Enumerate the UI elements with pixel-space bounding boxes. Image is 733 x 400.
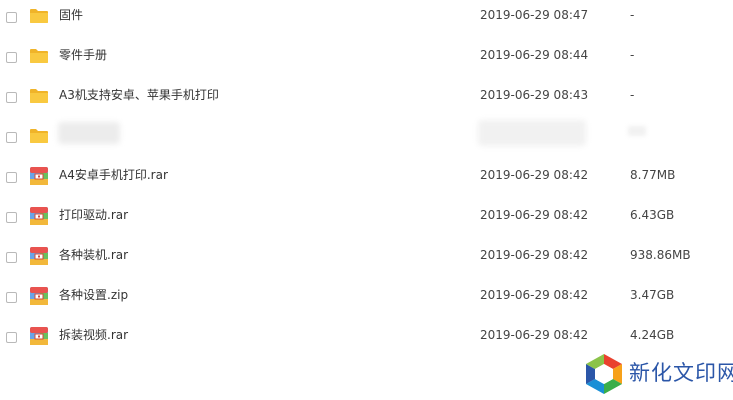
row-checkbox[interactable] (6, 212, 17, 223)
file-row[interactable]: 固件 2019-06-29 08:47 - (0, 0, 733, 40)
folder-icon (29, 86, 49, 106)
file-size: 4.24GB (630, 328, 675, 342)
file-row[interactable]: A3机支持安卓、苹果手机打印 2019-06-29 08:43 - (0, 80, 733, 120)
file-date: 2019-06-29 08:42 (480, 328, 589, 342)
file-name[interactable]: 各种装机.rar (59, 247, 128, 263)
file-size: - (630, 8, 635, 22)
file-row[interactable]: 零件手册 2019-06-29 08:44 - (0, 40, 733, 80)
archive-icon (29, 326, 49, 346)
row-checkbox[interactable] (6, 172, 17, 183)
file-size: 6.43GB (630, 208, 675, 222)
file-row[interactable]: A4安卓手机打印.rar 2019-06-29 08:42 8.77MB (0, 160, 733, 200)
site-watermark: 新化文印网 (582, 352, 733, 396)
file-name[interactable]: 零件手册 (59, 47, 107, 63)
folder-icon (29, 6, 49, 26)
redacted-name (58, 122, 120, 144)
row-checkbox[interactable] (6, 92, 17, 103)
row-checkbox[interactable] (6, 52, 17, 63)
file-row[interactable]: 打印驱动.rar 2019-06-29 08:42 6.43GB (0, 200, 733, 240)
archive-icon (29, 206, 49, 226)
logo-icon (582, 352, 626, 396)
archive-icon (29, 286, 49, 306)
file-row[interactable]: 各种装机.rar 2019-06-29 08:42 938.86MB (0, 240, 733, 280)
file-date: 2019-06-29 08:42 (480, 208, 589, 222)
row-checkbox[interactable] (6, 252, 17, 263)
file-name[interactable]: 各种设置.zip (59, 287, 128, 303)
file-name[interactable]: A4安卓手机打印.rar (59, 167, 168, 183)
file-name[interactable]: 固件 (59, 7, 83, 23)
file-size: - (630, 48, 635, 62)
folder-icon (29, 126, 49, 146)
file-row[interactable]: 各种设置.zip 2019-06-29 08:42 3.47GB (0, 280, 733, 320)
file-date: 2019-06-29 08:42 (480, 168, 589, 182)
row-checkbox[interactable] (6, 12, 17, 23)
archive-icon (29, 166, 49, 186)
file-name[interactable]: 打印驱动.rar (59, 207, 128, 223)
file-size: 8.77MB (630, 168, 676, 182)
file-size: 3.47GB (630, 288, 675, 302)
file-name[interactable]: 拆装视频.rar (59, 327, 128, 343)
file-date: 2019-06-29 08:42 (480, 248, 589, 262)
file-row-redacted[interactable] (0, 120, 733, 160)
row-checkbox[interactable] (6, 332, 17, 343)
file-size: 938.86MB (630, 248, 691, 262)
archive-icon (29, 246, 49, 266)
redacted-size (628, 126, 646, 136)
file-date: 2019-06-29 08:42 (480, 288, 589, 302)
row-checkbox[interactable] (6, 132, 17, 143)
file-date: 2019-06-29 08:44 (480, 48, 589, 62)
redacted-date (478, 120, 586, 146)
watermark-text: 新化文印网 (629, 361, 733, 385)
file-date: 2019-06-29 08:43 (480, 88, 589, 102)
file-name[interactable]: A3机支持安卓、苹果手机打印 (59, 87, 219, 103)
file-size: - (630, 88, 635, 102)
folder-icon (29, 46, 49, 66)
row-checkbox[interactable] (6, 292, 17, 303)
file-date: 2019-06-29 08:47 (480, 8, 589, 22)
